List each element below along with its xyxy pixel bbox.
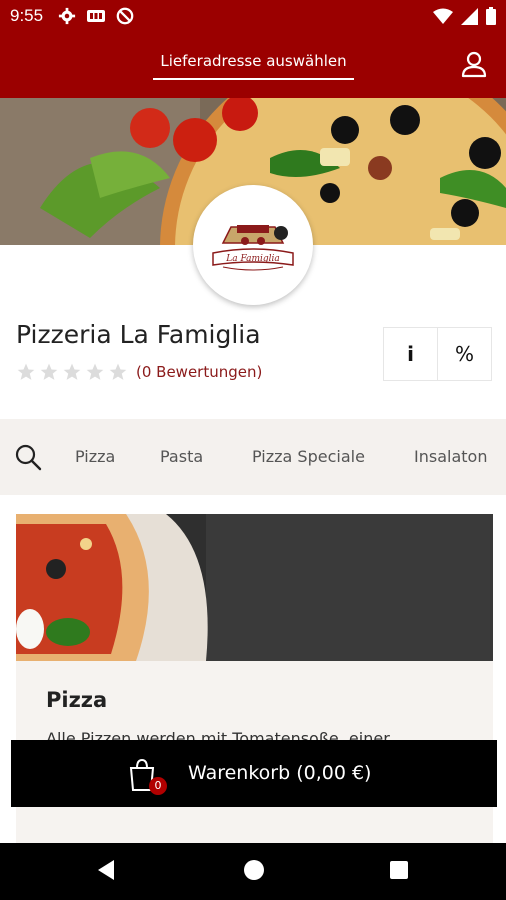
no-disturb-icon: [116, 7, 134, 25]
star-icon: [86, 363, 104, 380]
star-icon: [109, 363, 127, 380]
category-bar: Pizza Pasta Pizza Speciale Insalaton: [0, 419, 506, 495]
category-tab-insalaton[interactable]: Insalaton: [414, 447, 487, 466]
cart-count-badge: 0: [149, 777, 167, 795]
star-icon: [17, 363, 35, 380]
system-navigation-bar: [0, 843, 506, 900]
battery-icon: [486, 7, 496, 25]
category-tab-pizza[interactable]: Pizza: [75, 447, 115, 466]
star-icon: [40, 363, 58, 380]
app-header: Lieferadresse auswählen: [0, 32, 506, 98]
settings-gear-icon: [58, 7, 76, 25]
user-account-icon[interactable]: [460, 50, 488, 78]
back-icon[interactable]: [96, 859, 116, 881]
category-card-title: Pizza: [46, 688, 108, 712]
home-icon[interactable]: [243, 859, 265, 881]
rating-stars: [16, 362, 128, 382]
category-tab-pizza-speciale[interactable]: Pizza Speciale: [252, 447, 365, 466]
recents-icon[interactable]: [389, 860, 409, 880]
star-icon: [63, 363, 81, 380]
info-button[interactable]: i: [383, 327, 438, 381]
reviews-link[interactable]: (0 Bewertungen): [136, 363, 262, 381]
delivery-address-button[interactable]: Lieferadresse auswählen: [153, 52, 354, 80]
restaurant-name: Pizzeria La Famiglia: [16, 320, 261, 349]
wifi-icon: [433, 8, 453, 24]
status-bar: 9:55: [0, 0, 506, 32]
sim-card-icon: [87, 10, 105, 22]
search-icon[interactable]: [14, 443, 42, 471]
cart-button[interactable]: 0 Warenkorb (0,00 €): [11, 740, 497, 807]
signal-icon: [461, 7, 478, 25]
category-card-image: [16, 514, 493, 661]
category-tab-pasta[interactable]: Pasta: [160, 447, 203, 466]
restaurant-logo: La Famiglia: [193, 185, 313, 305]
discount-button[interactable]: %: [437, 327, 492, 381]
cart-label: Warenkorb (0,00 €): [188, 762, 372, 784]
status-time: 9:55: [10, 6, 44, 25]
logo-text: La Famiglia: [225, 254, 280, 264]
